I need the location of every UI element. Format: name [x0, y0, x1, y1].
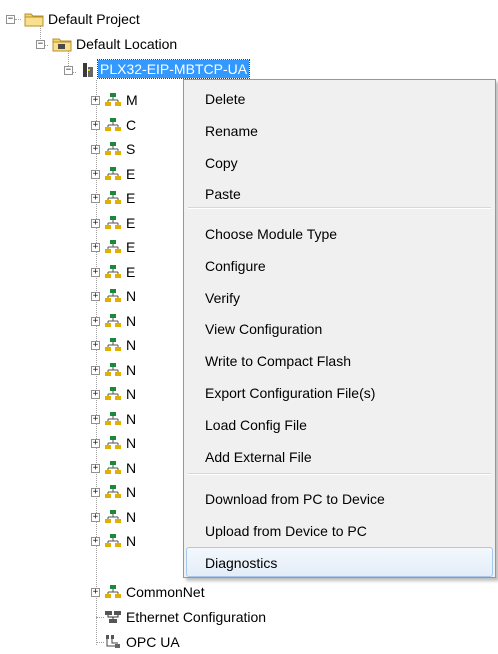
menu-item-choose-module-type[interactable]: Choose Module Type — [186, 218, 493, 248]
expander-child[interactable]: + — [91, 365, 100, 375]
tree-item-child[interactable]: N — [126, 508, 136, 526]
menu-item-diagnostics[interactable]: Diagnostics — [186, 546, 493, 577]
expander-child[interactable]: + — [91, 145, 100, 154]
expander-child[interactable]: + — [91, 488, 100, 497]
opcua-icon — [106, 635, 120, 648]
network-icon — [105, 166, 121, 180]
network-icon — [105, 142, 121, 155]
menu-separator — [188, 207, 491, 209]
network-icon — [105, 264, 121, 278]
context-menu: Delete Rename Copy Paste Choose Module Type C… — [183, 79, 496, 578]
expander-child[interactable]: + — [91, 267, 100, 277]
tree-item-child[interactable]: M — [126, 91, 138, 109]
expander-child[interactable]: + — [91, 194, 100, 203]
menu-item-add-external-file[interactable]: Add External File — [186, 441, 493, 471]
tree-item-opc-ua[interactable]: OPC UA — [126, 633, 180, 651]
network-icon — [105, 240, 121, 253]
menu-item-upload-from-device-to-pc[interactable]: Upload from Device to PC — [186, 515, 493, 545]
tree-item-child[interactable]: C — [126, 116, 136, 134]
tree-item-child[interactable]: S — [126, 140, 135, 158]
menu-item-export-configuration-file-s[interactable]: Export Configuration File(s) — [186, 377, 493, 407]
menu-item-write-to-compact-flash[interactable]: Write to Compact Flash — [186, 345, 493, 375]
expander-child[interactable]: + — [91, 512, 100, 522]
location-folder-icon — [52, 38, 72, 52]
expander-child[interactable]: + — [91, 218, 100, 228]
network-icon — [105, 509, 121, 523]
tree-item-child[interactable]: N — [126, 410, 136, 428]
menu-item-load-config-file[interactable]: Load Config File — [186, 409, 493, 439]
tree-item-child[interactable]: N — [126, 287, 136, 305]
tree-item-child[interactable]: N — [126, 361, 136, 379]
expander-location[interactable]: − — [36, 40, 45, 49]
expander-commonnet[interactable]: + — [91, 588, 100, 597]
expander-child[interactable]: + — [91, 341, 100, 350]
tree-item-default-location[interactable]: Default Location — [76, 35, 177, 53]
network-icon — [105, 485, 121, 498]
expander-child[interactable]: + — [91, 537, 100, 546]
network-icon — [105, 313, 121, 327]
menu-item-view-configuration[interactable]: View Configuration — [186, 313, 493, 343]
expander-root[interactable]: − — [6, 15, 15, 24]
network-icon — [105, 534, 121, 547]
expander-child[interactable]: + — [91, 169, 100, 179]
expander-child[interactable]: + — [91, 390, 100, 399]
module-icon — [83, 63, 93, 77]
tree-item-ethernet-configuration[interactable]: Ethernet Configuration — [126, 608, 266, 626]
tree-item-child[interactable]: N — [126, 312, 136, 330]
tree-item-child[interactable]: N — [126, 532, 136, 550]
expander-child[interactable]: + — [91, 243, 100, 252]
tree-item-child[interactable]: N — [126, 483, 136, 501]
network-icon — [105, 585, 121, 598]
network-icon — [105, 362, 121, 376]
folder-icon — [24, 13, 44, 27]
menu-item-rename[interactable]: Rename — [186, 115, 493, 145]
tree-item-child[interactable]: E — [126, 189, 135, 207]
tree-item-child[interactable]: E — [126, 165, 135, 183]
expander-child[interactable]: + — [91, 463, 100, 473]
menu-separator — [188, 473, 491, 475]
tree-item-child[interactable]: E — [126, 214, 135, 232]
menu-item-download-from-pc-to-device[interactable]: Download from PC to Device — [186, 483, 493, 513]
expander-child[interactable]: + — [91, 292, 100, 301]
tree-item-child[interactable]: N — [126, 459, 136, 477]
network-icon — [105, 289, 121, 302]
network-icon — [105, 93, 121, 106]
tree-item-commonnet[interactable]: CommonNet — [126, 583, 205, 601]
tree-item-child[interactable]: N — [126, 385, 136, 403]
expander-child[interactable]: + — [91, 120, 100, 130]
network-icon — [105, 460, 121, 474]
network-icon — [105, 215, 121, 229]
expander-module[interactable]: − — [64, 66, 73, 75]
network-icon — [105, 191, 121, 204]
tree-item-child[interactable]: E — [126, 238, 135, 256]
menu-item-copy[interactable]: Copy — [186, 147, 493, 177]
expander-child[interactable]: + — [91, 96, 100, 105]
network-icon — [105, 338, 121, 351]
network-icon — [105, 436, 121, 449]
ethernet-config-icon — [105, 611, 121, 623]
expander-child[interactable]: + — [91, 439, 100, 448]
menu-item-configure[interactable]: Configure — [186, 250, 493, 280]
tree-item-module-selected[interactable]: PLX32-EIP-MBTCP-UA — [96, 59, 251, 79]
expander-child[interactable]: + — [91, 414, 100, 424]
tree-item-child[interactable]: N — [126, 434, 136, 452]
network-icon — [105, 117, 121, 131]
menu-item-verify[interactable]: Verify — [186, 282, 493, 312]
network-icon — [105, 411, 121, 425]
network-icon — [105, 387, 121, 400]
menu-item-paste[interactable]: Paste — [186, 178, 493, 208]
expander-child[interactable]: + — [91, 316, 100, 326]
tree-item-child[interactable]: N — [126, 336, 136, 354]
tree-item-default-project[interactable]: Default Project — [48, 10, 140, 28]
tree-item-child[interactable]: E — [126, 263, 135, 281]
menu-item-delete[interactable]: Delete — [186, 83, 493, 113]
